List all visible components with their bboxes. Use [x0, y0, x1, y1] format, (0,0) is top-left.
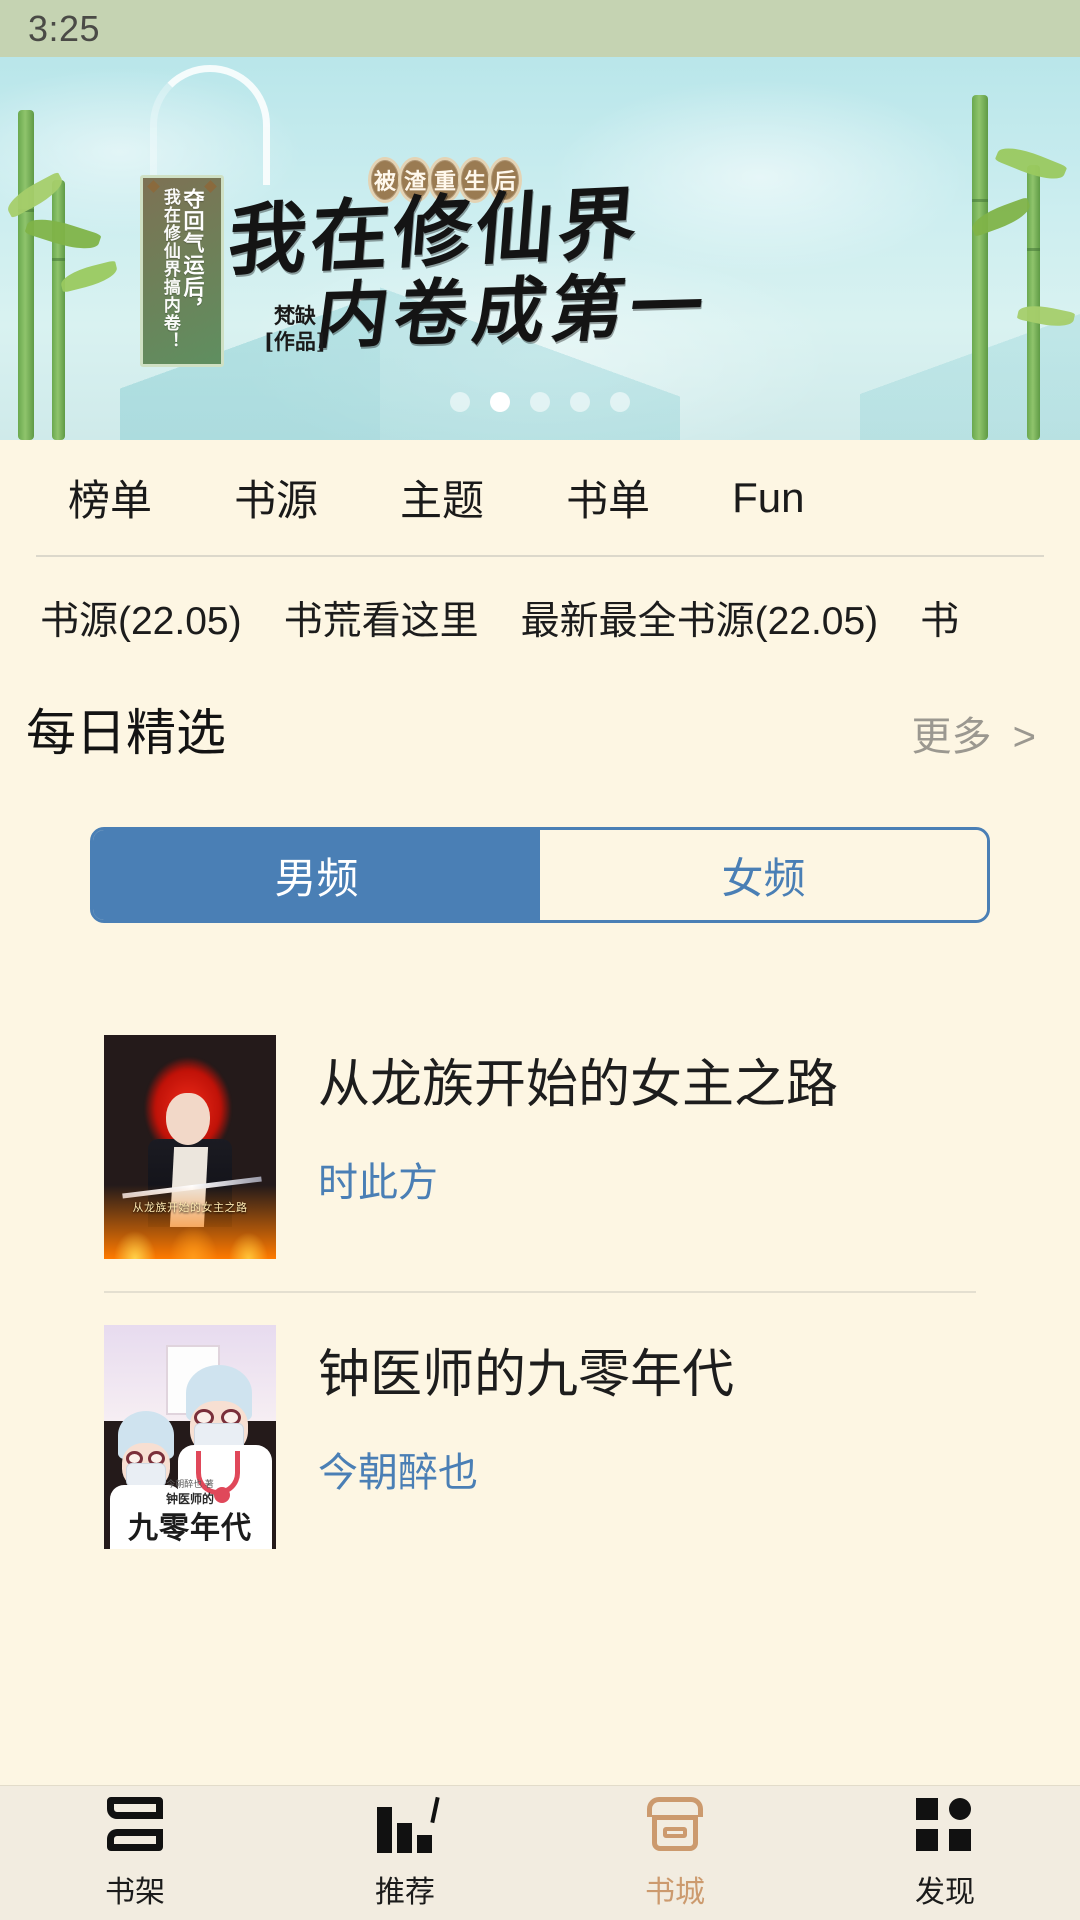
cover-flames-shape [104, 1185, 276, 1259]
bottom-nav-discover[interactable]: 发现 [810, 1795, 1080, 1911]
chip-book-drought[interactable]: 书荒看这里 [284, 590, 479, 646]
chevron-right-icon: > [1012, 715, 1036, 759]
bottom-nav-label: 推荐 [375, 1876, 435, 1909]
page-title: 每日精选 [26, 705, 226, 761]
status-clock: 3:25 [28, 7, 101, 49]
status-bar: 3:25 [0, 0, 1080, 57]
chip-booksource-2205[interactable]: 书源(22.05) [40, 590, 242, 646]
banner-title-line2: 内卷成第一 [311, 263, 715, 359]
banner-author-name: 梵缺 [273, 303, 316, 328]
tab-booksource[interactable]: 书源 [234, 467, 318, 528]
grid-icon [913, 1795, 977, 1857]
book-author[interactable]: 时此方 [318, 1150, 838, 1208]
segment-female-channel[interactable]: 女频 [540, 830, 987, 920]
bottom-nav-recommend[interactable]: 推荐 [270, 1795, 540, 1911]
smoke-swirl-icon [150, 65, 270, 185]
tab-rankings[interactable]: 榜单 [68, 467, 152, 528]
cover-caption-2: 九零年代 [128, 1512, 252, 1545]
store-icon [643, 1795, 707, 1857]
book-cover-image: 从龙族开始的女主之路 [104, 1035, 276, 1259]
list-divider [104, 1291, 976, 1293]
tab-booklist[interactable]: 书单 [566, 467, 650, 528]
bookshelf-icon [103, 1795, 167, 1857]
bottom-nav-label: 书架 [105, 1876, 165, 1909]
book-author[interactable]: 今朝醉也 [318, 1440, 734, 1498]
chip-truncated[interactable]: 书 [920, 590, 959, 646]
segment-male-channel[interactable]: 男频 [93, 830, 540, 920]
chip-newest-full-2205[interactable]: 最新最全书源(22.05) [521, 590, 879, 646]
tab-fun[interactable]: Fun [732, 474, 804, 522]
book-title[interactable]: 从龙族开始的女主之路 [318, 1056, 838, 1114]
book-meta: 从龙族开始的女主之路 时此方 [276, 1035, 838, 1208]
banner-ribbon: 夺回气运后， 我在修仙界搞内卷！ [140, 175, 224, 367]
banner-author-stamp: 梵缺 [作品] [264, 303, 326, 356]
book-title[interactable]: 钟医师的九零年代 [318, 1346, 734, 1404]
carousel-dots[interactable] [0, 392, 1080, 412]
bottom-nav-bookshelf[interactable]: 书架 [0, 1795, 270, 1911]
book-list: 从龙族开始的女主之路 从龙族开始的女主之路 时此方 今朝醉也 著 钟医师的 九零… [0, 1019, 1080, 1565]
section-header: 每日精选 更多 > [0, 679, 1080, 765]
banner-author-tag: [作品] [264, 329, 326, 355]
bottom-nav-bookstore[interactable]: 书城 [540, 1795, 810, 1911]
more-button[interactable]: 更多 > [912, 704, 1036, 762]
segment-wrapper: 男频 女频 [0, 765, 1080, 923]
book-cover-image: 今朝醉也 著 钟医师的 九零年代 [104, 1325, 276, 1549]
book-meta: 钟医师的九零年代 今朝醉也 [276, 1325, 734, 1498]
channel-segmented-control[interactable]: 男频 女频 [90, 827, 990, 923]
bottom-navigation-bar[interactable]: 书架 推荐 书城 发现 [0, 1785, 1080, 1920]
banner-title: 我在修仙界 内卷成第一 [225, 178, 870, 358]
bamboo-stalk-icon [972, 95, 988, 440]
carousel-dot[interactable] [530, 392, 550, 412]
cover-face-shape [166, 1093, 210, 1145]
bottom-nav-label: 书城 [645, 1876, 705, 1909]
bamboo-stalk-icon [18, 110, 34, 440]
carousel-dot[interactable] [450, 392, 470, 412]
cover-byline: 今朝醉也 著 [166, 1479, 214, 1489]
chip-row[interactable]: 书源(22.05) 书荒看这里 最新最全书源(22.05) 书 [0, 557, 1080, 679]
carousel-dot[interactable] [610, 392, 630, 412]
banner-ribbon-main: 夺回气运后， [180, 188, 204, 320]
banner-title-line1: 我在修仙界 [225, 178, 645, 287]
bottom-nav-label: 发现 [915, 1876, 975, 1909]
carousel-dot[interactable] [570, 392, 590, 412]
more-label: 更多 [911, 715, 992, 759]
carousel-dot-active[interactable] [490, 392, 510, 412]
list-item[interactable]: 从龙族开始的女主之路 从龙族开始的女主之路 时此方 [0, 1019, 1080, 1275]
tab-theme[interactable]: 主题 [400, 467, 484, 528]
chart-icon [373, 1795, 440, 1857]
banner-carousel[interactable]: 夺回气运后， 我在修仙界搞内卷！ 被 渣 重 生 后 我在修仙界 内卷成第一 梵… [0, 57, 1080, 440]
primary-nav-tabs[interactable]: 榜单 书源 主题 书单 Fun [0, 440, 1080, 555]
cover-caption: 从龙族开始的女主之路 [132, 1202, 248, 1214]
banner-ribbon-sub: 我在修仙界搞内卷！ [160, 188, 180, 350]
list-item[interactable]: 今朝醉也 著 钟医师的 九零年代 钟医师的九零年代 今朝醉也 [0, 1309, 1080, 1565]
